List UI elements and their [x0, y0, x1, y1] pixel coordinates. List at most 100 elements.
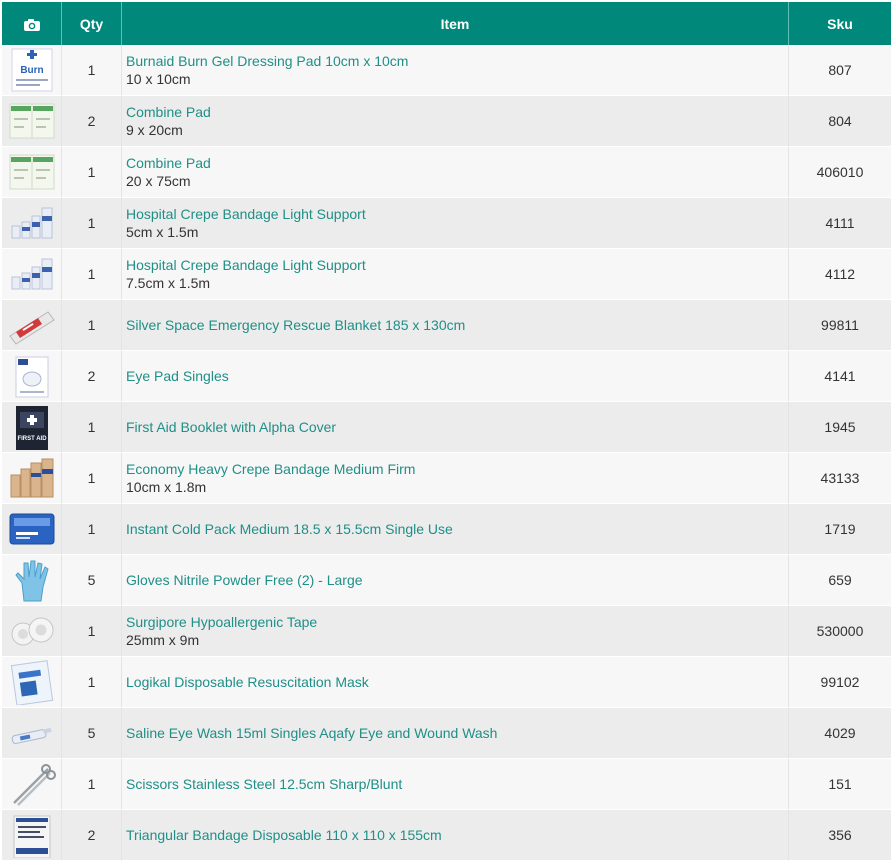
item-cell: Silver Space Emergency Rescue Blanket 18…	[122, 300, 789, 351]
product-thumbnail-cell	[2, 504, 62, 555]
qty-cell: 1	[62, 504, 122, 555]
qty-cell: 1	[62, 759, 122, 810]
table-row: 2 Eye Pad Singles 4141	[2, 351, 891, 402]
qty-cell: 1	[62, 249, 122, 300]
sku-cell: 804	[789, 96, 891, 147]
item-cell: Burnaid Burn Gel Dressing Pad 10cm x 10c…	[122, 45, 789, 96]
item-link[interactable]: Instant Cold Pack Medium 18.5 x 15.5cm S…	[126, 520, 788, 538]
sku-cell: 356	[789, 810, 891, 861]
product-thumbnail-cell	[2, 198, 62, 249]
qty-cell: 1	[62, 147, 122, 198]
product-thumbnail-cell	[2, 708, 62, 759]
qty-cell: 5	[62, 708, 122, 759]
product-thumbnail[interactable]	[8, 353, 56, 399]
product-thumbnail[interactable]	[8, 455, 56, 501]
product-thumbnail[interactable]	[8, 659, 56, 706]
product-thumbnail[interactable]	[8, 608, 56, 654]
table-row: 5 Saline Eye Wash 15ml Singles Aqafy Eye …	[2, 708, 891, 759]
product-thumbnail[interactable]	[8, 557, 56, 603]
product-thumbnail-cell	[2, 147, 62, 198]
product-thumbnail-cell	[2, 555, 62, 606]
table-row: 1 Silver Space Emergency Rescue Blanket 1…	[2, 300, 891, 351]
item-link[interactable]: Logikal Disposable Resuscitation Mask	[126, 673, 788, 691]
header-item[interactable]: Item	[122, 2, 789, 45]
item-cell: Logikal Disposable Resuscitation Mask	[122, 657, 789, 708]
header-sku[interactable]: Sku	[789, 2, 891, 45]
item-link[interactable]: Combine Pad	[126, 103, 788, 121]
product-table: Qty Item Sku Burn 1 Burnaid Burn Gel Dress…	[2, 2, 891, 861]
item-size: 5cm x 1.5m	[126, 224, 199, 240]
product-thumbnail[interactable]	[8, 302, 56, 348]
product-thumbnail[interactable]	[8, 200, 56, 246]
qty-cell: 5	[62, 555, 122, 606]
sku-cell: 807	[789, 45, 891, 96]
table-row: 1 Logikal Disposable Resuscitation Mask 99…	[2, 657, 891, 708]
sku-cell: 659	[789, 555, 891, 606]
item-link[interactable]: Economy Heavy Crepe Bandage Medium Firm	[126, 460, 788, 478]
product-table-container: Qty Item Sku Burn 1 Burnaid Burn Gel Dress…	[2, 2, 891, 861]
qty-cell: 1	[62, 45, 122, 96]
product-thumbnail-cell	[2, 300, 62, 351]
item-size: 10cm x 1.8m	[126, 479, 207, 495]
product-thumbnail-cell	[2, 351, 62, 402]
item-link[interactable]: Hospital Crepe Bandage Light Support	[126, 256, 788, 274]
table-row: FIRST AID 1 First Aid Booklet with Alpha C…	[2, 402, 891, 453]
item-cell: Combine Pad 9 x 20cm	[122, 96, 789, 147]
qty-cell: 1	[62, 300, 122, 351]
product-thumbnail-cell	[2, 606, 62, 657]
sku-cell: 151	[789, 759, 891, 810]
item-size: 10 x 10cm	[126, 71, 191, 87]
item-link[interactable]: Triangular Bandage Disposable 110 x 110 …	[126, 826, 788, 844]
product-thumbnail[interactable]	[8, 149, 56, 195]
qty-cell: 1	[62, 606, 122, 657]
item-size: 25mm x 9m	[126, 632, 200, 648]
qty-cell: 1	[62, 198, 122, 249]
product-thumbnail-cell: Burn	[2, 45, 62, 96]
table-row: 1 Instant Cold Pack Medium 18.5 x 15.5cm …	[2, 504, 891, 555]
item-link[interactable]: Burnaid Burn Gel Dressing Pad 10cm x 10c…	[126, 52, 788, 70]
sku-cell: 4029	[789, 708, 891, 759]
product-thumbnail[interactable]	[8, 812, 56, 859]
product-thumbnail[interactable]: Burn	[8, 47, 56, 93]
item-cell: Scissors Stainless Steel 12.5cm Sharp/Bl…	[122, 759, 789, 810]
item-link[interactable]: Silver Space Emergency Rescue Blanket 18…	[126, 316, 788, 334]
item-link[interactable]: Combine Pad	[126, 154, 788, 172]
item-cell: Hospital Crepe Bandage Light Support 7.5c…	[122, 249, 789, 300]
camera-icon	[23, 18, 41, 32]
product-thumbnail-cell	[2, 759, 62, 810]
qty-cell: 1	[62, 657, 122, 708]
sku-cell: 4112	[789, 249, 891, 300]
header-qty[interactable]: Qty	[62, 2, 122, 45]
sku-cell: 1945	[789, 402, 891, 453]
qty-cell: 1	[62, 402, 122, 453]
table-row: 1 Hospital Crepe Bandage Light Support 5cm…	[2, 198, 891, 249]
sku-cell: 1719	[789, 504, 891, 555]
item-link[interactable]: Eye Pad Singles	[126, 367, 788, 385]
svg-text:FIRST AID: FIRST AID	[17, 436, 47, 442]
product-thumbnail-cell	[2, 453, 62, 504]
item-cell: Hospital Crepe Bandage Light Support 5cm …	[122, 198, 789, 249]
item-cell: Combine Pad 20 x 75cm	[122, 147, 789, 198]
product-thumbnail[interactable]	[8, 98, 56, 144]
qty-cell: 1	[62, 453, 122, 504]
sku-cell: 530000	[789, 606, 891, 657]
item-link[interactable]: Saline Eye Wash 15ml Singles Aqafy Eye a…	[126, 724, 788, 742]
product-thumbnail[interactable]: FIRST AID	[8, 404, 56, 450]
item-link[interactable]: Scissors Stainless Steel 12.5cm Sharp/Bl…	[126, 775, 788, 793]
item-cell: Triangular Bandage Disposable 110 x 110 …	[122, 810, 789, 861]
product-thumbnail[interactable]	[8, 761, 56, 807]
sku-cell: 43133	[789, 453, 891, 504]
table-row: 2 Triangular Bandage Disposable 110 x 110…	[2, 810, 891, 861]
product-thumbnail-cell	[2, 249, 62, 300]
product-thumbnail[interactable]	[8, 506, 56, 552]
item-link[interactable]: First Aid Booklet with Alpha Cover	[126, 418, 788, 436]
product-thumbnail[interactable]	[8, 251, 56, 297]
item-link[interactable]: Surgipore Hypoallergenic Tape	[126, 613, 788, 631]
product-thumbnail[interactable]	[8, 710, 56, 756]
table-row: 1 Hospital Crepe Bandage Light Support 7.5…	[2, 249, 891, 300]
sku-cell: 99102	[789, 657, 891, 708]
table-row: 5 Gloves Nitrile Powder Free (2) - Large 6…	[2, 555, 891, 606]
sku-cell: 4111	[789, 198, 891, 249]
item-link[interactable]: Hospital Crepe Bandage Light Support	[126, 205, 788, 223]
item-link[interactable]: Gloves Nitrile Powder Free (2) - Large	[126, 571, 788, 589]
